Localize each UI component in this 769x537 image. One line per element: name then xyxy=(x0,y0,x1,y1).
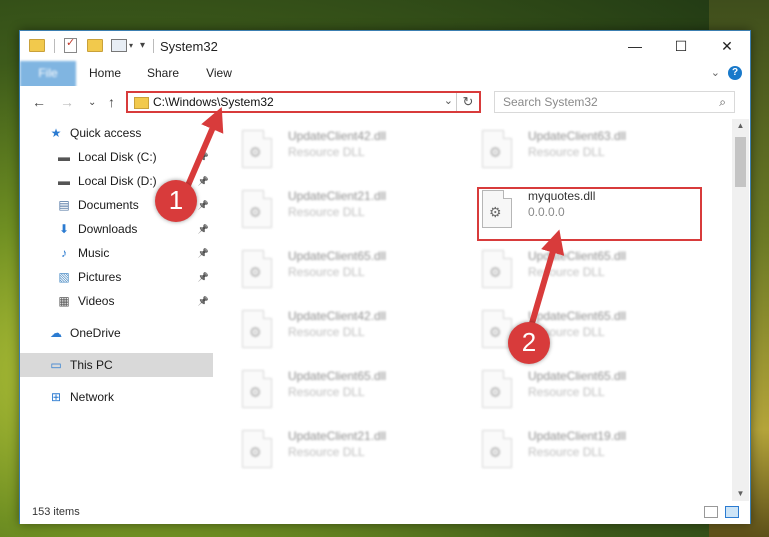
callout-arrows xyxy=(183,106,565,331)
callout-marker-2: 2 xyxy=(508,322,550,364)
callout-marker-1: 1 xyxy=(155,180,197,222)
arrow-to-address xyxy=(183,106,224,192)
arrow-to-file xyxy=(527,229,565,331)
